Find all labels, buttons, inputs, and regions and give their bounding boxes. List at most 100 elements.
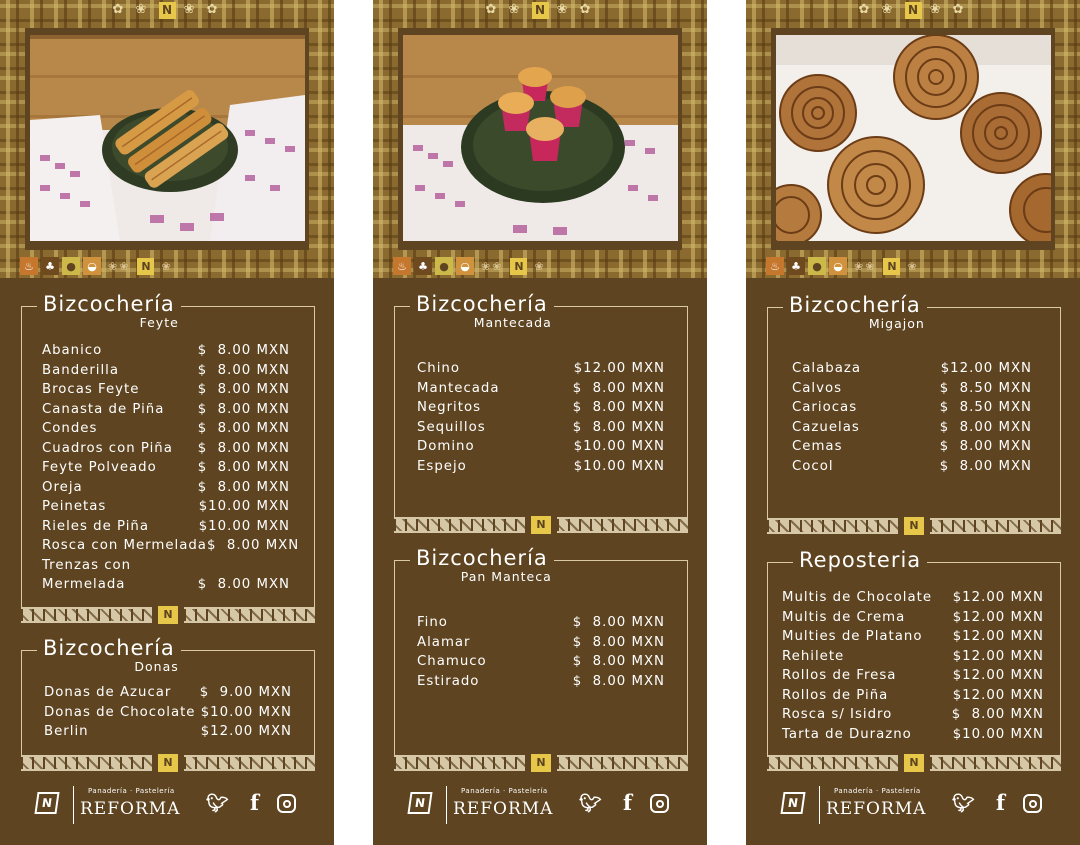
menu-item: Calabaza $12.00 MXN [792, 359, 1032, 379]
footer: N Panadería · Pastelería REFORMA 🐦︎ f [746, 782, 1080, 826]
item-price: $ 8.00 MXN [572, 380, 665, 396]
cake-icon: ♨ [393, 257, 411, 275]
cake-icon: ♨ [766, 257, 784, 275]
twitter-icon[interactable]: 🐦︎ [579, 793, 602, 814]
item-price: $ 8.50 MXN [939, 400, 1032, 416]
twitter-icon[interactable]: 🐦︎ [952, 793, 975, 814]
menu-item: Rosca con Mermelada $ 8.00 MXN [42, 536, 298, 556]
item-price: $ 8.00 MXN [572, 419, 665, 435]
reforma-mark-icon: N [904, 754, 924, 772]
item-name: Cazuelas [792, 419, 860, 435]
item-name: Canasta de Piña [42, 401, 165, 417]
item-name: Cuadros con Piña [42, 440, 173, 456]
item-name: Calabaza [792, 361, 861, 377]
item-name: Feyte Polveado [42, 460, 157, 476]
bread-icon: ● [62, 257, 80, 275]
facebook-icon[interactable]: f [996, 790, 1005, 815]
item-price: $ 8.00 MXN [197, 401, 290, 417]
item-name: Cocol [792, 458, 834, 474]
item-name: Sequillos [417, 419, 486, 435]
reforma-logo-icon: N [34, 792, 60, 814]
item-price: $12.00 MXN [952, 648, 1044, 664]
menu-item: Rollos de Piña $12.00 MXN [782, 686, 1044, 706]
item-price: $ 8.00 MXN [951, 707, 1044, 723]
menu-item: Banderilla $ 8.00 MXN [42, 361, 290, 381]
menu-item: Feyte Polveado $ 8.00 MXN [42, 458, 290, 478]
item-name: Multis de Crema [782, 609, 906, 625]
reforma-mark-icon: N [137, 257, 155, 275]
menu-item: Condes $ 8.00 MXN [42, 419, 290, 439]
bird-pattern-band: N [767, 754, 1061, 772]
reforma-mark-icon: N [904, 2, 922, 19]
item-list: Chino $12.00 MXN Mantecada $ 8.00 MXN Negr… [417, 359, 665, 476]
top-ornament-row: ✿ ❀ N ❀ ✿ [112, 2, 222, 19]
item-price: $10.00 MXN [200, 704, 292, 720]
menu-item: Fino $ 8.00 MXN [417, 613, 665, 633]
bird-pattern-icon [394, 755, 525, 771]
reforma-logo-icon: N [407, 792, 433, 814]
item-name: Abanico [42, 343, 103, 359]
bird-pattern-band: N [394, 754, 688, 772]
menu-item: Negritos $ 8.00 MXN [417, 398, 665, 418]
section-title: Bizcochería [43, 292, 175, 316]
brand-name: REFORMA [826, 799, 927, 819]
item-name: Banderilla [42, 362, 120, 378]
icon-strip: ♨ ♣ ● ◒ ❀❀ N ❀ [0, 256, 334, 276]
menu-item: Cuadros con Piña $ 8.00 MXN [42, 439, 290, 459]
item-name: Domino [417, 439, 475, 455]
instagram-icon[interactable] [650, 794, 669, 813]
menu-panel-mantecada: ✿ ❀ N ❀ ✿ ♨ ♣ ● ◒ ❀❀ N ❀ Bizcochería Man… [373, 0, 707, 845]
instagram-icon[interactable] [1023, 794, 1042, 813]
section-title: Bizcochería [43, 636, 175, 660]
item-list: Multis de Chocolate $12.00 MXN Multis de … [782, 588, 1044, 744]
menu-item: Tarta de Durazno $10.00 MXN [782, 725, 1044, 745]
cupcake-icon: ♣ [414, 257, 432, 275]
item-list: Donas de Azucar $ 9.00 MXN Donas de Choco… [44, 683, 292, 742]
icon-strip: ♨ ♣ ● ◒ ❀❀ N ❀ [746, 256, 1080, 276]
item-price: $12.00 MXN [952, 668, 1044, 684]
item-price: $ 8.00 MXN [572, 654, 665, 670]
reforma-mark-icon: N [158, 606, 178, 624]
top-ornament-row: ✿ ❀ N ❀ ✿ [485, 2, 595, 19]
instagram-icon[interactable] [277, 794, 296, 813]
menu-item: Canasta de Piña $ 8.00 MXN [42, 400, 290, 420]
bird-pattern-icon [394, 517, 525, 533]
menu-item: Chino $12.00 MXN [417, 359, 665, 379]
item-price: $ 8.00 MXN [197, 479, 290, 495]
facebook-icon[interactable]: f [250, 790, 259, 815]
item-name: Multies de Platano [782, 629, 923, 645]
menu-item: Calvos $ 8.50 MXN [792, 379, 1032, 399]
item-name: Berlin [44, 724, 89, 740]
cake-icon: ♨ [20, 257, 38, 275]
item-price: $10.00 MXN [573, 439, 665, 455]
cupcake-icon: ♣ [787, 257, 805, 275]
item-price: $10.00 MXN [952, 726, 1044, 742]
item-name: Rollos de Piña [782, 687, 889, 703]
reforma-mark-icon: N [158, 754, 178, 772]
facebook-icon[interactable]: f [623, 790, 632, 815]
item-name: Chino [417, 361, 460, 377]
item-name: Espejo [417, 458, 467, 474]
item-price: $ 8.00 MXN [197, 382, 290, 398]
twitter-icon[interactable]: 🐦︎ [206, 793, 229, 814]
item-price: $ 8.00 MXN [197, 577, 290, 593]
item-price: $ 8.00 MXN [572, 400, 665, 416]
menu-item: Chamuco $ 8.00 MXN [417, 652, 665, 672]
menu-item: Sequillos $ 8.00 MXN [417, 418, 665, 438]
section-subtitle: Mantecada [473, 315, 552, 330]
item-name: Rollos de Fresa [782, 668, 897, 684]
item-name: Multis de Chocolate [782, 590, 933, 606]
item-name: Brocas Feyte [42, 382, 140, 398]
flower-ornament-icon: ❀❀ [854, 259, 877, 273]
item-list: Abanico $ 8.00 MXN Banderilla $ 8.00 MXN B… [42, 341, 298, 595]
item-name: Mermelada [42, 577, 126, 593]
item-price: $ 8.50 MXN [939, 380, 1032, 396]
item-price: $ 8.00 MXN [572, 634, 665, 650]
item-price: $ 8.00 MXN [206, 538, 300, 554]
item-name: Alamar [417, 634, 471, 650]
reforma-mark-icon: N [531, 516, 551, 534]
item-name: Estirado [417, 673, 480, 689]
item-price: $10.00 MXN [198, 518, 290, 534]
top-ornament-row: ✿ ❀ N ❀ ✿ [858, 2, 968, 19]
item-price: $12.00 MXN [952, 687, 1044, 703]
